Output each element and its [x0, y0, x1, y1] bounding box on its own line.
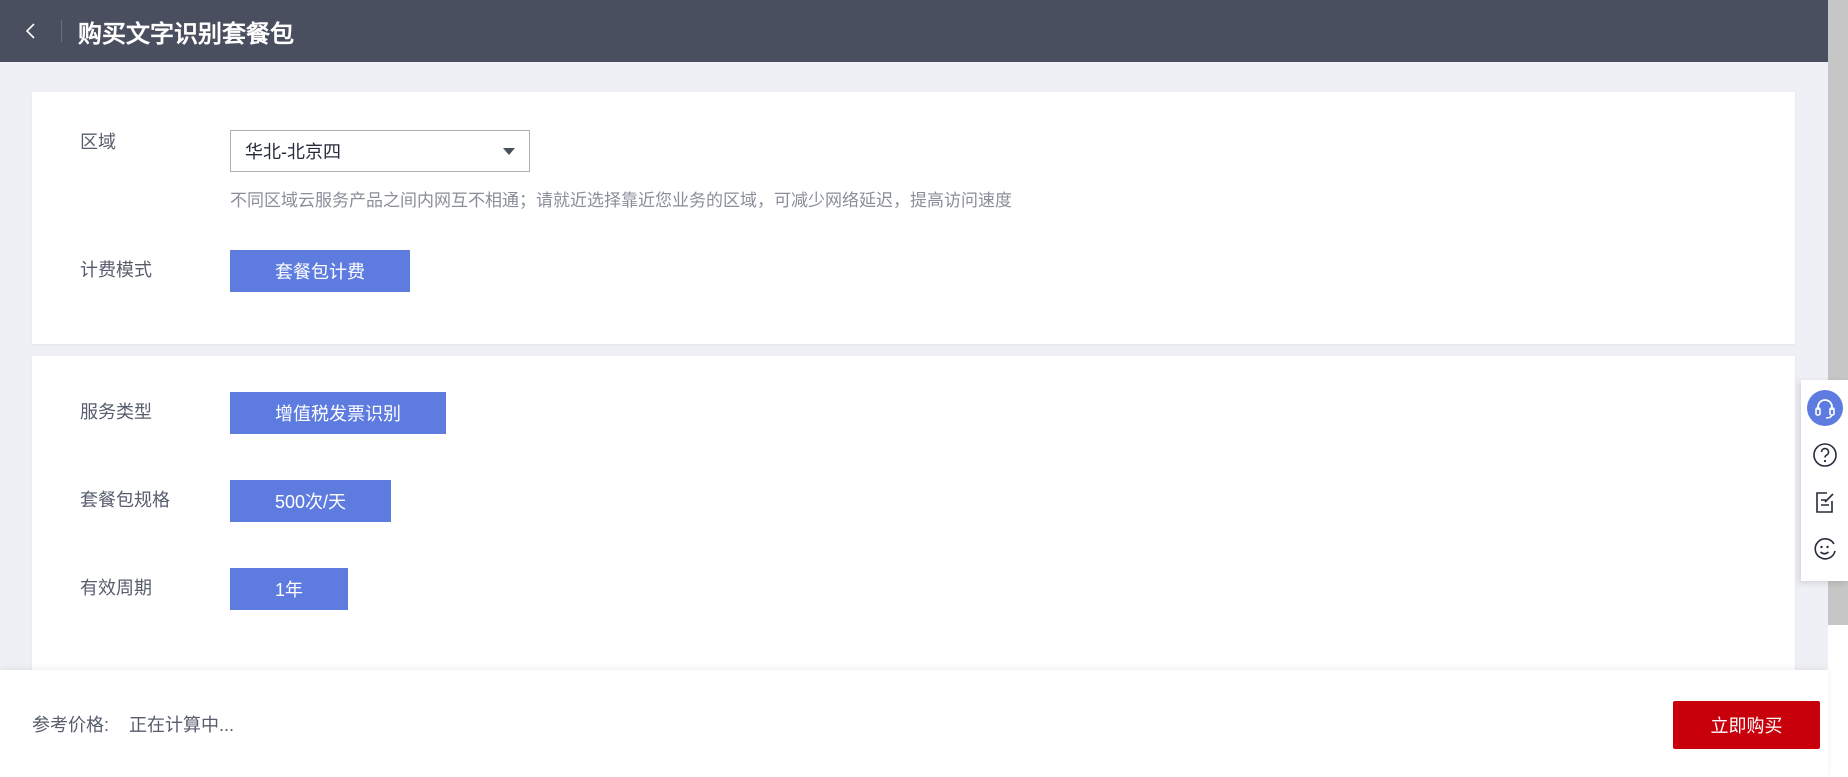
- billing-label: 计费模式: [80, 260, 152, 280]
- billing-row: 计费模式 套餐包计费: [80, 250, 410, 292]
- price-value: 正在计算中...: [129, 714, 235, 735]
- chevron-left-icon: [25, 23, 35, 39]
- region-row: 区域 华北-北京四: [80, 130, 530, 172]
- back-button[interactable]: [0, 0, 62, 62]
- region-select[interactable]: 华北-北京四: [230, 130, 530, 172]
- region-billing-card: 区域 华北-北京四 不同区域云服务产品之间内网互不相通；请就近选择靠近您业务的区…: [32, 92, 1795, 344]
- feedback-icon: [1816, 492, 1834, 513]
- customer-service-button[interactable]: [1807, 390, 1843, 426]
- purchase-footer: 参考价格: 正在计算中... 立即购买: [0, 670, 1828, 777]
- side-toolbar: [1801, 380, 1848, 581]
- package-spec-label: 套餐包规格: [80, 490, 170, 510]
- price-label: 参考价格:: [32, 714, 110, 735]
- billing-option-package[interactable]: 套餐包计费: [230, 250, 410, 292]
- service-card: 服务类型 增值税发票识别 套餐包规格 500次/天 有效周期 1年: [32, 356, 1795, 696]
- header-bar: 购买文字识别套餐包: [0, 0, 1828, 62]
- headset-icon: [1815, 399, 1835, 419]
- help-button[interactable]: [1807, 437, 1843, 473]
- period-label: 有效周期: [80, 578, 152, 598]
- period-row: 有效周期 1年: [80, 568, 348, 610]
- service-type-option[interactable]: 增值税发票识别: [230, 392, 446, 434]
- service-type-label: 服务类型: [80, 402, 152, 422]
- region-label: 区域: [80, 132, 116, 152]
- satisfaction-button[interactable]: [1807, 531, 1843, 567]
- period-option[interactable]: 1年: [230, 568, 348, 610]
- smile-icon: [1814, 538, 1836, 560]
- region-select-value: 华北-北京四: [245, 142, 341, 162]
- service-type-row: 服务类型 增值税发票识别: [80, 392, 446, 434]
- chevron-down-icon: [503, 147, 515, 155]
- package-spec-option[interactable]: 500次/天: [230, 480, 391, 522]
- page-title: 购买文字识别套餐包: [78, 20, 294, 48]
- region-hint: 不同区域云服务产品之间内网互不相通；请就近选择靠近您业务的区域，可减少网络延迟，…: [230, 191, 1012, 210]
- help-icon: [1813, 443, 1837, 467]
- package-spec-row: 套餐包规格 500次/天: [80, 480, 391, 522]
- feedback-button[interactable]: [1807, 484, 1843, 520]
- buy-now-button[interactable]: 立即购买: [1673, 701, 1820, 749]
